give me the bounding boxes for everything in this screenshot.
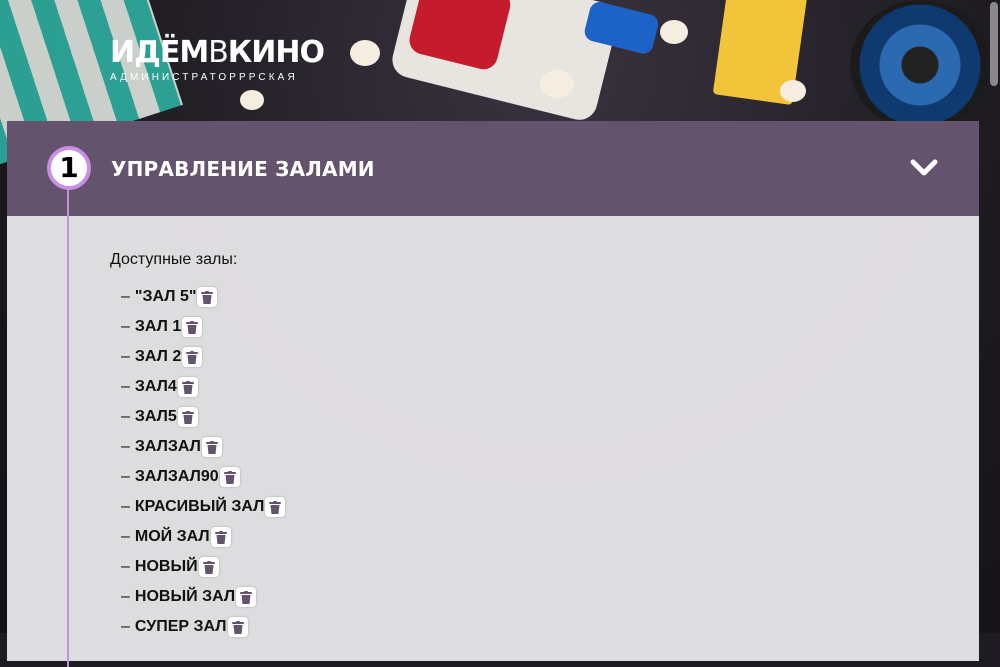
hall-list: – "ЗАЛ 5" – ЗАЛ 1 – ЗАЛ 2 – ЗАЛ4 – ЗАЛ5 …	[121, 282, 286, 642]
chevron-down-icon[interactable]	[909, 155, 939, 181]
delete-hall-button[interactable]	[177, 407, 198, 427]
hall-list-item: – "ЗАЛ 5"	[121, 282, 285, 312]
background-popcorn	[350, 40, 380, 66]
delete-hall-button[interactable]	[236, 587, 257, 607]
delete-hall-button[interactable]	[198, 557, 219, 577]
background-popcorn	[660, 20, 688, 44]
hall-list-item: – КРАСИВЫЙ ЗАЛ	[121, 492, 286, 522]
logo[interactable]: ИДЁМВКИНО	[110, 35, 325, 70]
section-body: Доступные залы: – "ЗАЛ 5" – ЗАЛ 1 – ЗАЛ …	[7, 216, 979, 661]
background-popcorn	[540, 70, 574, 98]
hall-list-item: – НОВЫЙ ЗАЛ	[121, 582, 285, 612]
site-header: ИДЁМВКИНО АДМИНИСТРАТОРРРСКАЯ	[110, 35, 325, 84]
delete-hall-button[interactable]	[265, 497, 286, 517]
list-dash: –	[121, 558, 130, 575]
list-dash: –	[121, 588, 130, 605]
background-film-reel	[850, 0, 990, 130]
delete-hall-button[interactable]	[227, 617, 248, 637]
list-dash: –	[121, 498, 130, 515]
trash-icon	[214, 530, 227, 544]
hall-name: ЗАЛ 2	[134, 348, 182, 365]
halls-management-section: УПРАВЛЕНИЕ ЗАЛАМИ 1 Доступные залы: – "З…	[7, 121, 979, 667]
available-halls-label: Доступные залы:	[110, 251, 238, 268]
hall-name: "ЗАЛ 5"	[134, 288, 197, 305]
delete-hall-button[interactable]	[201, 437, 222, 457]
hall-name: ЗАЛ4	[134, 378, 177, 395]
trash-icon	[223, 470, 236, 484]
trash-icon	[205, 440, 218, 454]
hall-name: ЗАЛ5	[134, 408, 177, 425]
trash-icon	[269, 500, 282, 514]
hall-name: ЗАЛЗАЛ90	[134, 468, 219, 485]
delete-hall-button[interactable]	[210, 527, 231, 547]
delete-hall-button[interactable]	[219, 467, 240, 487]
hall-list-item: – ЗАЛ4	[121, 372, 285, 402]
hall-list-item: – ЗАЛ 2	[121, 342, 285, 372]
logo-text-part1: ИДЁМ	[110, 35, 209, 70]
list-dash: –	[121, 378, 130, 395]
hall-name: МОЙ ЗАЛ	[134, 528, 210, 545]
hall-name: ЗАЛЗАЛ	[134, 438, 201, 455]
hall-name: СУПЕР ЗАЛ	[134, 618, 227, 635]
delete-hall-button[interactable]	[177, 377, 198, 397]
background-3d-glasses	[388, 0, 622, 124]
section-header[interactable]: УПРАВЛЕНИЕ ЗАЛАМИ	[7, 121, 979, 216]
list-dash: –	[121, 438, 130, 455]
delete-hall-button[interactable]	[197, 287, 218, 307]
delete-hall-button[interactable]	[182, 347, 203, 367]
delete-hall-button[interactable]	[182, 317, 203, 337]
list-dash: –	[121, 318, 130, 335]
list-dash: –	[121, 468, 130, 485]
trash-icon	[201, 290, 214, 304]
background-popcorn	[780, 80, 806, 102]
list-dash: –	[121, 528, 130, 545]
list-dash: –	[121, 288, 130, 305]
logo-subtitle: АДМИНИСТРАТОРРРСКАЯ	[110, 72, 298, 83]
hall-list-item: – ЗАЛ 1	[121, 312, 285, 342]
section-title: УПРАВЛЕНИЕ ЗАЛАМИ	[111, 157, 375, 181]
trash-icon	[240, 590, 253, 604]
trash-icon	[231, 620, 244, 634]
window-scrollbar[interactable]	[990, 2, 998, 86]
hall-name: НОВЫЙ ЗАЛ	[134, 588, 236, 605]
hall-list-item: – СУПЕР ЗАЛ	[121, 612, 285, 642]
hall-name: НОВЫЙ	[134, 558, 198, 575]
step-number-badge: 1	[47, 146, 91, 190]
hall-list-item: – ЗАЛЗАЛ90	[121, 462, 285, 492]
hall-list-item: – ЗАЛЗАЛ	[121, 432, 285, 462]
hall-list-item: – МОЙ ЗАЛ	[121, 522, 285, 552]
logo-text-part3: КИНО	[227, 35, 325, 70]
trash-icon	[186, 320, 199, 334]
step-timeline-line	[67, 187, 69, 667]
list-dash: –	[121, 348, 130, 365]
hall-name: ЗАЛ 1	[134, 318, 182, 335]
trash-icon	[181, 380, 194, 394]
trash-icon	[202, 560, 215, 574]
logo-text-part2: В	[208, 35, 229, 70]
trash-icon	[186, 350, 199, 364]
hall-list-item: – ЗАЛ5	[121, 402, 285, 432]
hall-name: КРАСИВЫЙ ЗАЛ	[134, 498, 265, 515]
list-dash: –	[121, 618, 130, 635]
hall-list-item: – НОВЫЙ	[121, 552, 285, 582]
background-popcorn	[240, 90, 264, 110]
trash-icon	[181, 410, 194, 424]
list-dash: –	[121, 408, 130, 425]
